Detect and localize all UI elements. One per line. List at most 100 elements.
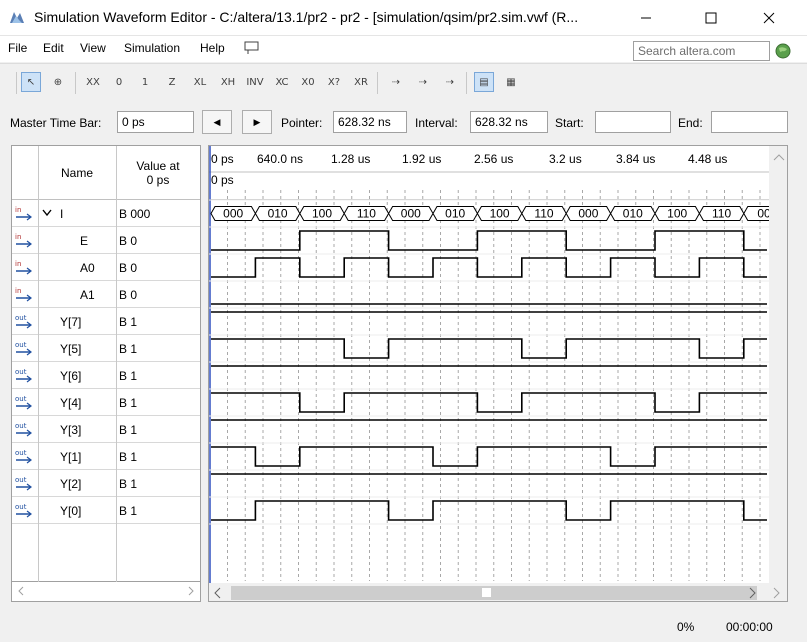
pointer-field[interactable]: 628.32 ns <box>333 111 407 133</box>
menu-help[interactable]: Help <box>200 41 225 55</box>
signal-row[interactable]: out Y[3] B 1 <box>12 416 200 443</box>
count-value-icon: XC <box>275 76 289 88</box>
menu-simulation[interactable]: Simulation <box>124 41 180 55</box>
pointer-tool-button[interactable]: ↖ <box>21 72 41 92</box>
waveform-view-button[interactable]: ▤ <box>474 72 494 92</box>
signal-value: B 1 <box>119 396 138 410</box>
signal-name: Y[4] <box>60 396 82 410</box>
next-transition-button[interactable]: ▶ <box>242 110 272 134</box>
forcing-clock-button[interactable]: X0 <box>298 72 318 92</box>
signal-value: B 000 <box>119 207 151 221</box>
end-field[interactable] <box>711 111 788 133</box>
previous-transition-button[interactable]: ◀ <box>202 110 232 134</box>
bus-value-label: 000 <box>223 207 243 221</box>
toolbar-separator <box>466 72 467 94</box>
waveform-view-icon: ▤ <box>479 76 489 88</box>
maximize-icon <box>705 12 717 24</box>
signal-row[interactable]: in I B 000 <box>12 200 200 227</box>
zoom-tool-button[interactable]: ⊕ <box>48 72 68 92</box>
force-high-button[interactable]: 1 <box>135 72 155 92</box>
bus-value-label: 100 <box>490 207 510 221</box>
name-column-header[interactable]: Name <box>38 146 116 200</box>
interval-field[interactable]: 628.32 ns <box>470 111 548 133</box>
signal-value: B 1 <box>119 450 138 464</box>
waveform-y0 <box>211 500 767 521</box>
signal-table: Name Value at 0 ps in I B 000 in E B 0 in A0 B 0… <box>11 145 201 583</box>
toolbar-separator <box>377 72 378 94</box>
zoom-tool-icon: ⊕ <box>53 76 63 88</box>
signal-row[interactable]: out Y[1] B 1 <box>12 443 200 470</box>
waveform-canvas[interactable]: 0 ps 640.0 ns 1.28 us 1.92 us 2.56 us 3.2 us 3… <box>209 146 788 602</box>
master-time-bar-field[interactable]: 0 ps <box>117 111 194 133</box>
menu-view[interactable]: View <box>80 41 106 55</box>
chevron-down-icon[interactable] <box>42 209 52 217</box>
svg-text:in: in <box>15 287 21 295</box>
weak-high-button[interactable]: XH <box>218 72 238 92</box>
signal-row[interactable]: out Y[5] B 1 <box>12 335 200 362</box>
signal-row[interactable]: in A1 B 0 <box>12 281 200 308</box>
toolbar: ↖ ⊕ XX 0 1 Z XL XH INV XC X0 X? XR ⇢ ⇢ ⇢ ▤ ▦ <box>0 63 807 99</box>
pointer-label: Pointer: <box>281 116 323 130</box>
invert-button[interactable]: INV <box>245 72 265 92</box>
scroll-right-icon[interactable] <box>186 586 196 596</box>
arbitrary-value-button[interactable]: X? <box>324 72 344 92</box>
bus-value-label: 110 <box>534 207 553 221</box>
scroll-left-icon[interactable] <box>16 586 26 596</box>
signal-value: B 1 <box>119 504 138 518</box>
minimize-button[interactable] <box>623 0 669 36</box>
start-field[interactable] <box>595 111 671 133</box>
random-value-button[interactable]: XR <box>351 72 371 92</box>
svg-text:out: out <box>15 503 27 511</box>
generate-netlist-button[interactable]: ⇢ <box>440 72 460 92</box>
signal-row[interactable]: out Y[4] B 1 <box>12 389 200 416</box>
output-pin-icon: out <box>15 395 32 410</box>
signal-row[interactable]: out Y[2] B 1 <box>12 470 200 497</box>
signal-row[interactable]: out Y[0] B 1 <box>12 497 200 524</box>
signal-row[interactable]: out Y[6] B 1 <box>12 362 200 389</box>
maximize-button[interactable] <box>688 0 734 36</box>
output-pin-icon: out <box>15 449 32 464</box>
status-bar: 0% 00:00:00 <box>0 612 807 642</box>
bus-value-label: 000 <box>401 207 421 221</box>
column-divider <box>116 146 117 583</box>
value-column-header[interactable]: Value at 0 ps <box>116 146 200 200</box>
bus-value-label: 010 <box>623 207 643 221</box>
weak-low-button[interactable]: XL <box>190 72 210 92</box>
signal-row[interactable]: in A0 B 0 <box>12 254 200 281</box>
close-button[interactable] <box>746 0 792 36</box>
force-low-button[interactable]: 0 <box>109 72 129 92</box>
run-functional-simulation-button[interactable]: ⇢ <box>386 72 406 92</box>
signal-value: B 0 <box>119 234 138 248</box>
high-impedance-icon: Z <box>168 76 176 88</box>
svg-text:out: out <box>15 422 27 430</box>
waveform-panel[interactable]: 0 ps 640.0 ns 1.28 us 1.92 us 2.56 us 3.2 us 3… <box>208 145 788 602</box>
menu-edit[interactable]: Edit <box>43 41 64 55</box>
signal-name: A1 <box>80 288 95 302</box>
time-tick-label: 2.56 us <box>474 152 513 166</box>
count-value-button[interactable]: XC <box>272 72 292 92</box>
bus-value-label: 000 <box>578 207 598 221</box>
globe-icon[interactable] <box>775 43 791 59</box>
svg-text:out: out <box>15 341 27 349</box>
high-impedance-button[interactable]: Z <box>162 72 182 92</box>
left-horizontal-scrollbar[interactable] <box>11 582 201 602</box>
input-pin-icon: in <box>15 206 32 221</box>
run-timing-simulation-icon: ⇢ <box>418 76 428 88</box>
signal-name: Y[1] <box>60 450 82 464</box>
signal-value: B 1 <box>119 369 138 383</box>
output-pin-icon: out <box>15 503 32 518</box>
help-chat-icon[interactable] <box>244 41 260 55</box>
signal-row[interactable]: in E B 0 <box>12 227 200 254</box>
grid-view-button[interactable]: ▦ <box>501 72 521 92</box>
triangle-left-icon: ◀ <box>213 116 221 127</box>
dont-care-button[interactable]: XX <box>83 72 103 92</box>
menu-file[interactable]: File <box>8 41 27 55</box>
signal-row[interactable]: out Y[7] B 1 <box>12 308 200 335</box>
svg-text:out: out <box>15 395 27 403</box>
waveform-y1 <box>211 446 767 467</box>
run-timing-simulation-button[interactable]: ⇢ <box>413 72 433 92</box>
input-pin-icon: in <box>15 260 32 275</box>
signal-name: Y[5] <box>60 342 82 356</box>
toolbar-separator <box>16 72 17 94</box>
search-input[interactable]: Search altera.com <box>633 41 770 61</box>
